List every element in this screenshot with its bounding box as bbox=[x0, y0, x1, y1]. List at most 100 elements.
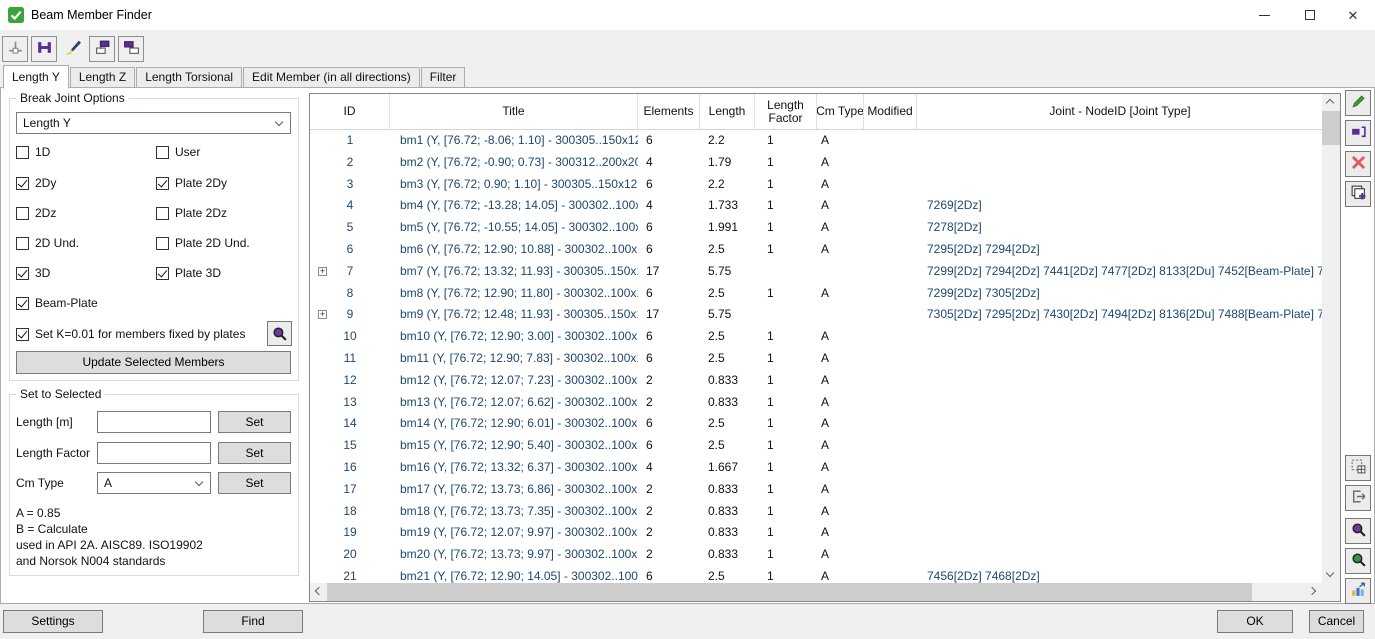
cell-factor bbox=[755, 261, 817, 283]
cell-length: 2.5 bbox=[700, 435, 755, 457]
copy-member-tool-button[interactable] bbox=[89, 36, 115, 62]
zoom-members-purple-button[interactable] bbox=[1345, 518, 1371, 544]
tab-length-z[interactable]: Length Z bbox=[70, 67, 135, 88]
column-header-length[interactable]: Length bbox=[700, 94, 755, 129]
set-length-factor-button[interactable]: Set bbox=[218, 442, 291, 464]
horizontal-scrollbar[interactable] bbox=[310, 583, 1322, 601]
cell-elements: 6 bbox=[638, 130, 700, 152]
cell-length: 0.833 bbox=[700, 544, 755, 566]
cell-id: 2 bbox=[310, 152, 390, 174]
cancel-button[interactable]: Cancel bbox=[1309, 610, 1364, 633]
table-row[interactable]: 3bm3 (Y, [76.72; 0.90; 1.10] - 300305..1… bbox=[310, 174, 1322, 196]
expand-row-icon[interactable]: + bbox=[318, 267, 327, 276]
horizontal-scroll-thumb[interactable] bbox=[327, 583, 1252, 601]
table-row[interactable]: 4bm4 (Y, [76.72; -13.28; 14.05] - 300302… bbox=[310, 195, 1322, 217]
update-selected-members-button[interactable]: Update Selected Members bbox=[16, 351, 291, 374]
copy-properties-tool-button[interactable] bbox=[118, 36, 144, 62]
column-header-modified[interactable]: Modified bbox=[864, 94, 917, 129]
checkbox-2dz[interactable]: 2Dz bbox=[16, 206, 56, 220]
add-member-button[interactable] bbox=[1345, 181, 1371, 207]
vertical-scrollbar[interactable] bbox=[1322, 94, 1340, 583]
length-m-input[interactable] bbox=[97, 411, 211, 433]
table-row[interactable]: 15bm15 (Y, [76.72; 12.90; 5.40] - 300302… bbox=[310, 435, 1322, 457]
table-row[interactable]: 7+bm7 (Y, [76.72; 13.32; 11.93] - 300305… bbox=[310, 261, 1322, 283]
table-row[interactable]: 10bm10 (Y, [76.72; 12.90; 3.00] - 300302… bbox=[310, 326, 1322, 348]
vertical-scroll-thumb[interactable] bbox=[1322, 111, 1340, 145]
table-row[interactable]: 6bm6 (Y, [76.72; 12.90; 10.88] - 300302.… bbox=[310, 239, 1322, 261]
cell-id: 14 bbox=[310, 413, 390, 435]
checkbox-1d[interactable]: 1D bbox=[16, 145, 50, 159]
table-row[interactable]: 20bm20 (Y, [76.72; 13.73; 9.97] - 300302… bbox=[310, 544, 1322, 566]
checkbox-plate-2dy[interactable]: Plate 2Dy bbox=[156, 176, 227, 190]
table-row[interactable]: 2bm2 (Y, [76.72; -0.90; 0.73] - 300312..… bbox=[310, 152, 1322, 174]
close-button[interactable]: ✕ bbox=[1331, 0, 1375, 30]
column-header-id[interactable]: ID bbox=[310, 94, 390, 129]
cell-modified bbox=[864, 566, 917, 583]
search-members-button[interactable] bbox=[267, 321, 292, 346]
tab-edit-member-in-all-directions[interactable]: Edit Member (in all directions) bbox=[243, 67, 420, 88]
table-row[interactable]: 14bm14 (Y, [76.72; 12.90; 6.01] - 300302… bbox=[310, 413, 1322, 435]
column-header-cm-type[interactable]: Cm Type bbox=[817, 94, 864, 129]
cell-cm: A bbox=[817, 501, 864, 523]
checkbox-box bbox=[156, 207, 169, 220]
set-k-checkbox[interactable]: Set K=0.01 for members fixed by plates bbox=[16, 327, 245, 341]
tab-length-y[interactable]: Length Y bbox=[3, 65, 69, 89]
table-row[interactable]: 18bm18 (Y, [76.72; 13.73; 7.35] - 300302… bbox=[310, 501, 1322, 523]
break-mode-dropdown[interactable]: Length Y bbox=[16, 112, 291, 134]
find-button[interactable]: Find bbox=[203, 610, 303, 633]
table-row[interactable]: 9+bm9 (Y, [76.72; 12.48; 11.93] - 300305… bbox=[310, 304, 1322, 326]
column-header-length-factor[interactable]: Length Factor bbox=[755, 94, 817, 129]
brush-tool-button[interactable] bbox=[60, 36, 86, 62]
table-row[interactable]: 12bm12 (Y, [76.72; 12.07; 7.23] - 300302… bbox=[310, 370, 1322, 392]
checkbox-beam-plate[interactable]: Beam-Plate bbox=[16, 296, 98, 310]
checkbox-3d[interactable]: 3D bbox=[16, 266, 50, 280]
table-row[interactable]: 5bm5 (Y, [76.72; -10.55; 14.05] - 300302… bbox=[310, 217, 1322, 239]
checkbox-2dy[interactable]: 2Dy bbox=[16, 176, 56, 190]
table-row[interactable]: 19bm19 (Y, [76.72; 12.07; 9.97] - 300302… bbox=[310, 522, 1322, 544]
set-cm-type-button[interactable]: Set bbox=[218, 472, 291, 494]
break-joint-tool-button[interactable] bbox=[2, 36, 28, 62]
cell-cm: A bbox=[817, 348, 864, 370]
maximize-button[interactable] bbox=[1288, 0, 1332, 30]
checkbox-user[interactable]: User bbox=[156, 145, 200, 159]
cell-modified bbox=[864, 195, 917, 217]
scroll-up-icon[interactable] bbox=[1326, 99, 1334, 107]
cell-cm: A bbox=[817, 522, 864, 544]
zoom-members-green-button[interactable] bbox=[1345, 548, 1371, 574]
select-members-grid-button[interactable] bbox=[1345, 455, 1371, 481]
cm-type-dropdown[interactable]: A bbox=[97, 472, 211, 494]
tab-filter[interactable]: Filter bbox=[421, 67, 466, 88]
expand-row-icon[interactable]: + bbox=[318, 310, 327, 319]
rename-member-button[interactable] bbox=[1345, 120, 1371, 146]
checkbox-plate-2d-und[interactable]: Plate 2D Und. bbox=[156, 236, 250, 250]
export-chart-button[interactable] bbox=[1345, 578, 1371, 604]
table-row[interactable]: 8bm8 (Y, [76.72; 12.90; 11.80] - 300302.… bbox=[310, 283, 1322, 305]
length-factor-input[interactable] bbox=[97, 442, 211, 464]
edit-member-button[interactable] bbox=[1345, 90, 1371, 116]
table-row[interactable]: 13bm13 (Y, [76.72; 12.07; 6.62] - 300302… bbox=[310, 392, 1322, 414]
cell-cm: A bbox=[817, 283, 864, 305]
settings-button[interactable]: Settings bbox=[3, 610, 103, 633]
minimize-button[interactable] bbox=[1242, 0, 1286, 30]
column-header-elements[interactable]: Elements bbox=[638, 94, 700, 129]
checkbox-plate-3d[interactable]: Plate 3D bbox=[156, 266, 221, 280]
column-header-joint-nodeid-joint-type[interactable]: Joint - NodeID [Joint Type] bbox=[917, 94, 1324, 129]
table-row[interactable]: 11bm11 (Y, [76.72; 12.90; 7.83] - 300302… bbox=[310, 348, 1322, 370]
tab-length-torsional[interactable]: Length Torsional bbox=[136, 67, 242, 88]
column-header-title[interactable]: Title bbox=[390, 94, 638, 129]
scroll-left-icon[interactable] bbox=[315, 587, 323, 595]
table-row[interactable]: 17bm17 (Y, [76.72; 13.73; 6.86] - 300302… bbox=[310, 479, 1322, 501]
set-length-m-button[interactable]: Set bbox=[218, 411, 291, 433]
scroll-down-icon[interactable] bbox=[1326, 569, 1334, 577]
export-member-button[interactable] bbox=[1345, 485, 1371, 511]
delete-member-button[interactable] bbox=[1345, 151, 1371, 177]
ok-button[interactable]: OK bbox=[1217, 610, 1293, 633]
table-row[interactable]: 21bm21 (Y, [76.72; 12.90; 14.05] - 30030… bbox=[310, 566, 1322, 583]
checkbox-plate-2dz[interactable]: Plate 2Dz bbox=[156, 206, 227, 220]
cell-cm bbox=[817, 304, 864, 326]
beam-section-tool-button[interactable] bbox=[31, 36, 57, 62]
scroll-right-icon[interactable] bbox=[1308, 587, 1316, 595]
checkbox-2d-und[interactable]: 2D Und. bbox=[16, 236, 79, 250]
table-row[interactable]: 1bm1 (Y, [76.72; -8.06; 1.10] - 300305..… bbox=[310, 130, 1322, 152]
table-row[interactable]: 16bm16 (Y, [76.72; 13.32; 6.37] - 300302… bbox=[310, 457, 1322, 479]
